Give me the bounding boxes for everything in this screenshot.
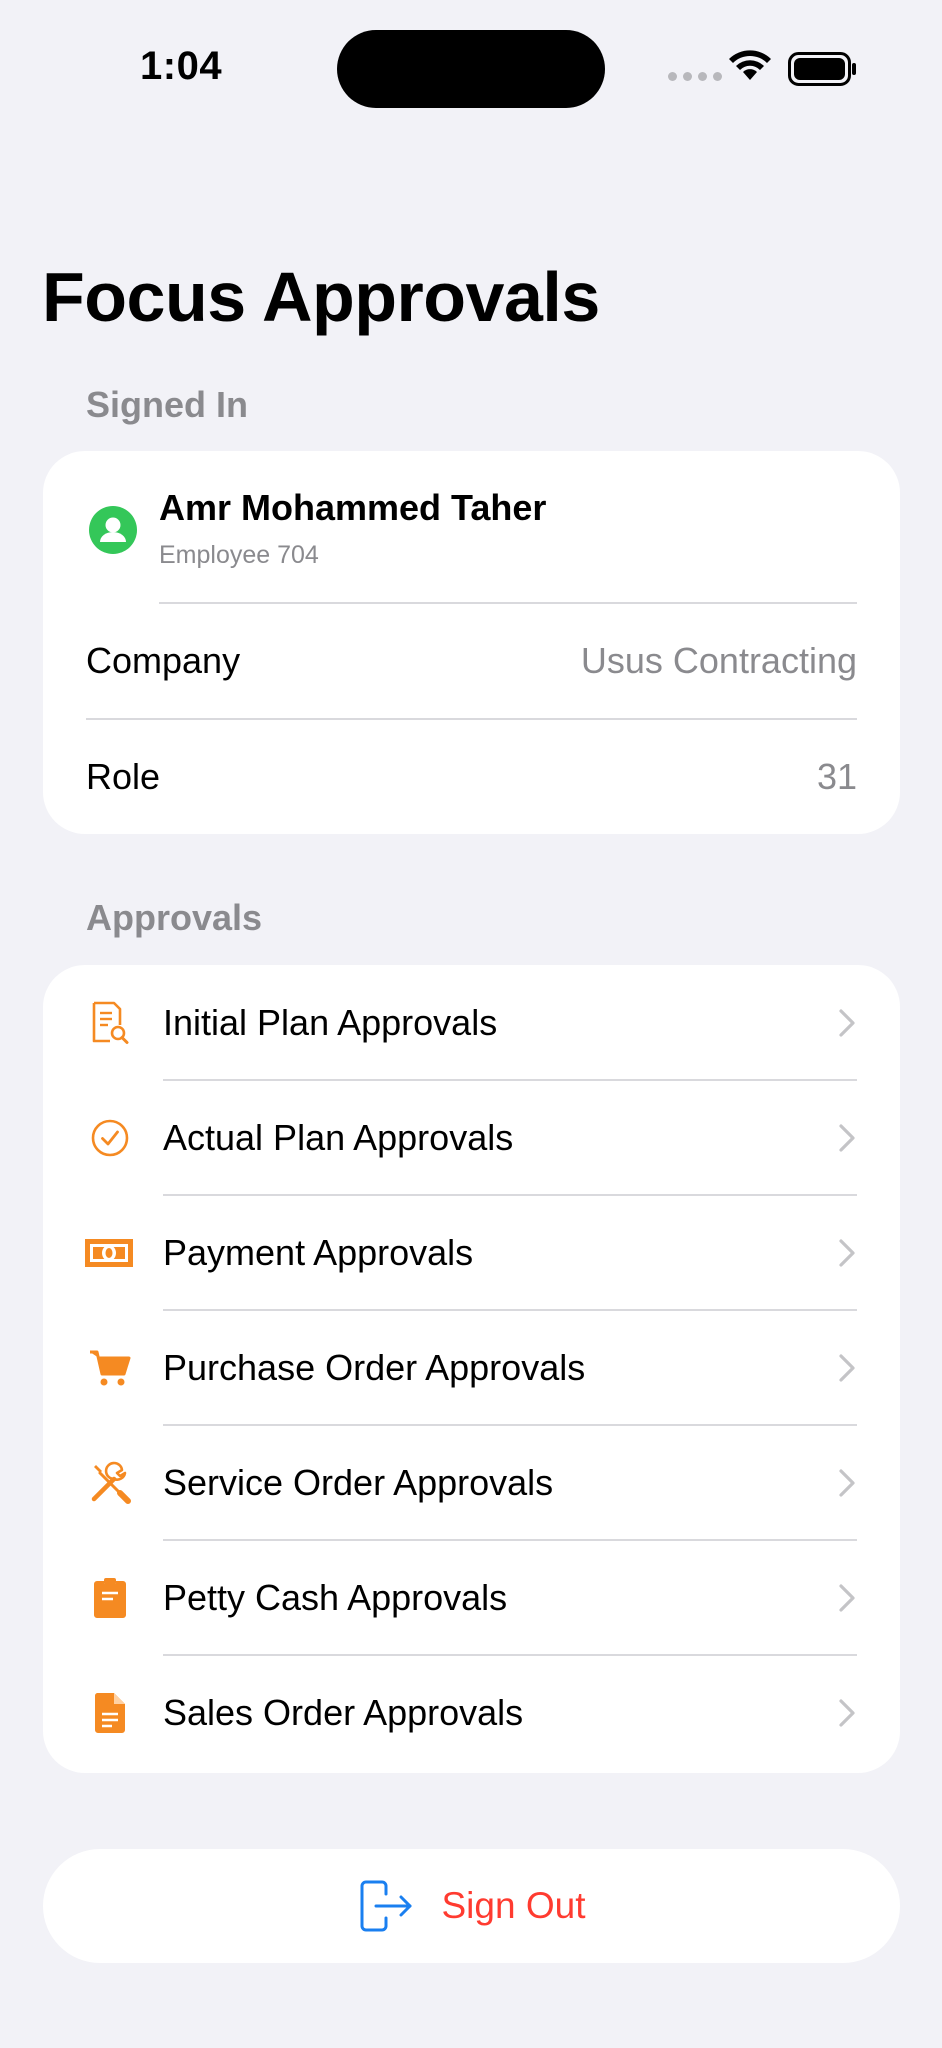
sign-out-icon — [360, 1880, 411, 1932]
role-label: Role — [86, 755, 161, 797]
payment-approvals-row[interactable]: Payment Approvals — [43, 1195, 900, 1310]
actual-plan-approvals-row[interactable]: Actual Plan Approvals — [43, 1080, 900, 1195]
company-label: Company — [86, 639, 241, 681]
user-name: Amr Mohammed Taher — [159, 487, 547, 528]
user-row: Amr Mohammed Taher Employee 704 — [43, 451, 900, 603]
wrench-screwdriver-icon — [85, 1458, 135, 1508]
approvals-section-header: Approvals — [86, 897, 263, 938]
page-title: Focus Approvals — [42, 258, 600, 336]
document-icon — [85, 1688, 135, 1738]
menu-label: Actual Plan Approvals — [163, 1116, 514, 1158]
service-order-approvals-row[interactable]: Service Order Approvals — [43, 1425, 900, 1540]
chevron-right-icon — [839, 1698, 855, 1727]
menu-label: Payment Approvals — [163, 1231, 474, 1273]
signed-in-section-header: Signed In — [86, 384, 248, 425]
chevron-right-icon — [839, 1238, 855, 1267]
menu-label: Purchase Order Approvals — [163, 1346, 586, 1388]
employee-id: Employee 704 — [159, 541, 319, 569]
approvals-card: Initial Plan Approvals Actual Plan Appro… — [43, 965, 900, 1773]
sign-out-label: Sign Out — [441, 1885, 586, 1926]
chevron-right-icon — [839, 1008, 855, 1037]
sign-out-button[interactable]: Sign Out — [43, 1849, 900, 1963]
cellular-signal-icon — [668, 72, 722, 81]
dynamic-island — [337, 30, 605, 108]
petty-cash-approvals-row[interactable]: Petty Cash Approvals — [43, 1540, 900, 1655]
wifi-icon — [728, 50, 772, 87]
signed-in-card: Amr Mohammed Taher Employee 704 Company … — [43, 451, 900, 834]
banknote-icon — [83, 1228, 135, 1278]
receipt-icon — [85, 1573, 135, 1623]
sales-order-approvals-row[interactable]: Sales Order Approvals — [43, 1655, 900, 1770]
menu-label: Service Order Approvals — [163, 1461, 554, 1503]
document-search-icon — [85, 998, 135, 1048]
menu-label: Sales Order Approvals — [163, 1691, 524, 1733]
role-value: 31 — [816, 755, 857, 797]
person-avatar-icon — [89, 506, 137, 554]
cart-icon — [85, 1343, 135, 1393]
menu-label: Petty Cash Approvals — [163, 1576, 508, 1618]
company-value: Usus Contracting — [580, 639, 857, 681]
checkmark-circle-icon — [85, 1113, 135, 1163]
chevron-right-icon — [839, 1353, 855, 1382]
battery-icon — [788, 52, 858, 91]
purchase-order-approvals-row[interactable]: Purchase Order Approvals — [43, 1310, 900, 1425]
company-row: Company Usus Contracting — [43, 603, 900, 718]
menu-label: Initial Plan Approvals — [163, 1001, 498, 1043]
chevron-right-icon — [839, 1468, 855, 1497]
chevron-right-icon — [839, 1123, 855, 1152]
initial-plan-approvals-row[interactable]: Initial Plan Approvals — [43, 965, 900, 1080]
status-time: 1:04 — [140, 44, 223, 88]
role-row: Role 31 — [43, 719, 900, 834]
chevron-right-icon — [839, 1583, 855, 1612]
